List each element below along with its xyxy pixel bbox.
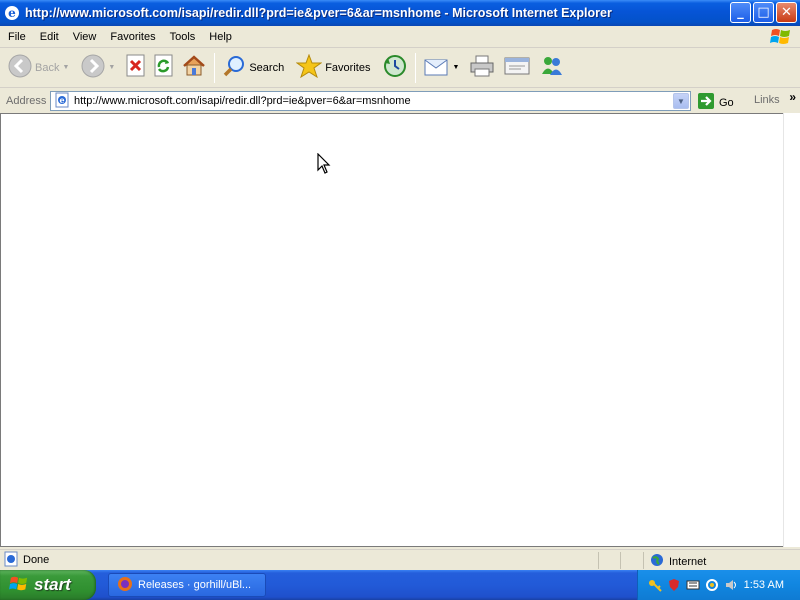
taskbar-window-button[interactable]: Releases · gorhill/uBl... [108, 573, 266, 597]
forward-button[interactable]: ▼ [78, 51, 118, 85]
svg-text:e: e [8, 6, 16, 20]
edit-button[interactable] [500, 51, 534, 85]
refresh-icon [153, 54, 175, 81]
menu-view[interactable]: View [66, 31, 104, 43]
window-title: http://www.microsoft.com/isapi/redir.dll… [25, 6, 612, 20]
address-bar: Address e http://www.microsoft.com/isapi… [0, 89, 800, 113]
vertical-scrollbar[interactable] [783, 113, 800, 547]
mouse-cursor-icon [317, 152, 331, 178]
back-arrow-icon [8, 54, 32, 81]
menu-edit[interactable]: Edit [33, 31, 66, 43]
history-clock-icon [382, 54, 408, 81]
svg-text:e: e [59, 95, 64, 105]
refresh-tray-icon[interactable] [705, 578, 719, 592]
security-zone-label: Internet [669, 555, 707, 568]
go-button[interactable]: Go [697, 92, 734, 113]
address-dropdown-icon[interactable]: ▼ [673, 93, 689, 109]
status-divider [598, 552, 599, 569]
address-url[interactable]: http://www.microsoft.com/isapi/redir.dll… [74, 95, 411, 107]
firefox-icon [117, 576, 133, 595]
system-tray: 1:53 AM [637, 570, 800, 600]
menu-favorites[interactable]: Favorites [103, 31, 162, 43]
windows-flag-icon [9, 575, 29, 596]
standard-toolbar: Back ▼ ▼ Search Favorites ▼ [0, 48, 800, 88]
speaker-tray-icon[interactable] [724, 578, 738, 592]
back-button[interactable]: Back ▼ [5, 51, 72, 85]
status-divider [620, 552, 621, 569]
address-field[interactable]: e http://www.microsoft.com/isapi/redir.d… [50, 91, 691, 111]
back-label: Back [35, 61, 60, 74]
search-icon [222, 54, 246, 81]
mail-icon [423, 54, 449, 81]
key-tray-icon[interactable] [648, 578, 662, 592]
history-button[interactable] [379, 51, 411, 85]
back-dropdown-icon[interactable]: ▼ [62, 64, 69, 71]
refresh-button[interactable] [150, 51, 178, 85]
favorites-label: Favorites [325, 61, 371, 74]
go-label: Go [719, 96, 734, 109]
menu-file[interactable]: File [0, 31, 33, 43]
close-button[interactable]: ✕ [776, 2, 797, 23]
home-icon [181, 54, 207, 81]
menu-tools[interactable]: Tools [163, 31, 203, 43]
page-icon: e [54, 92, 70, 111]
star-icon [295, 53, 323, 81]
status-divider [643, 552, 644, 569]
menu-bar: File Edit View Favorites Tools Help [0, 26, 800, 48]
page-done-icon [3, 551, 19, 570]
network-tray-icon[interactable] [686, 578, 700, 592]
security-zone: Internet [650, 553, 706, 570]
printer-icon [469, 54, 495, 81]
shield-tray-icon[interactable] [667, 578, 681, 592]
title-bar[interactable]: e http://www.microsoft.com/isapi/redir.d… [0, 0, 800, 26]
mail-button[interactable]: ▼ [420, 51, 462, 85]
taskbar-clock[interactable]: 1:53 AM [744, 579, 784, 591]
stop-button[interactable] [122, 51, 150, 85]
globe-icon [650, 553, 664, 570]
stop-icon [125, 54, 147, 81]
status-text: Done [23, 554, 50, 566]
ie-logo-icon: e [4, 5, 20, 21]
search-label: Search [249, 61, 285, 74]
address-label: Address [6, 95, 47, 107]
start-label: start [34, 575, 71, 594]
messenger-button[interactable] [536, 51, 568, 85]
edit-page-icon [503, 54, 531, 81]
taskbar: start Releases · gorhill/uBl... 1:53 AM [0, 570, 800, 600]
home-button[interactable] [178, 51, 210, 85]
mail-dropdown-icon[interactable]: ▼ [452, 64, 459, 71]
links-chevron-icon[interactable]: » [789, 90, 796, 104]
messenger-icon [539, 54, 565, 81]
windows-logo-icon [770, 27, 792, 47]
go-arrow-icon [697, 92, 715, 113]
start-button[interactable]: start [0, 570, 96, 600]
print-button[interactable] [466, 51, 498, 85]
screen: e http://www.microsoft.com/isapi/redir.d… [0, 0, 800, 600]
minimize-button[interactable]: _ [730, 2, 751, 23]
toolbar-separator [214, 52, 216, 83]
forward-arrow-icon [81, 54, 105, 81]
maximize-button[interactable]: □ [753, 2, 774, 23]
taskbar-window-label: Releases · gorhill/uBl... [138, 579, 252, 591]
search-button[interactable]: Search [219, 51, 287, 85]
links-toolbar[interactable]: Links [754, 94, 780, 106]
toolbar-separator [415, 52, 417, 83]
page-content-area[interactable] [0, 113, 783, 547]
favorites-button[interactable]: Favorites [293, 51, 373, 85]
status-bar: Done Internet [0, 549, 800, 570]
menu-help[interactable]: Help [202, 31, 239, 43]
forward-dropdown-icon[interactable]: ▼ [108, 64, 115, 71]
